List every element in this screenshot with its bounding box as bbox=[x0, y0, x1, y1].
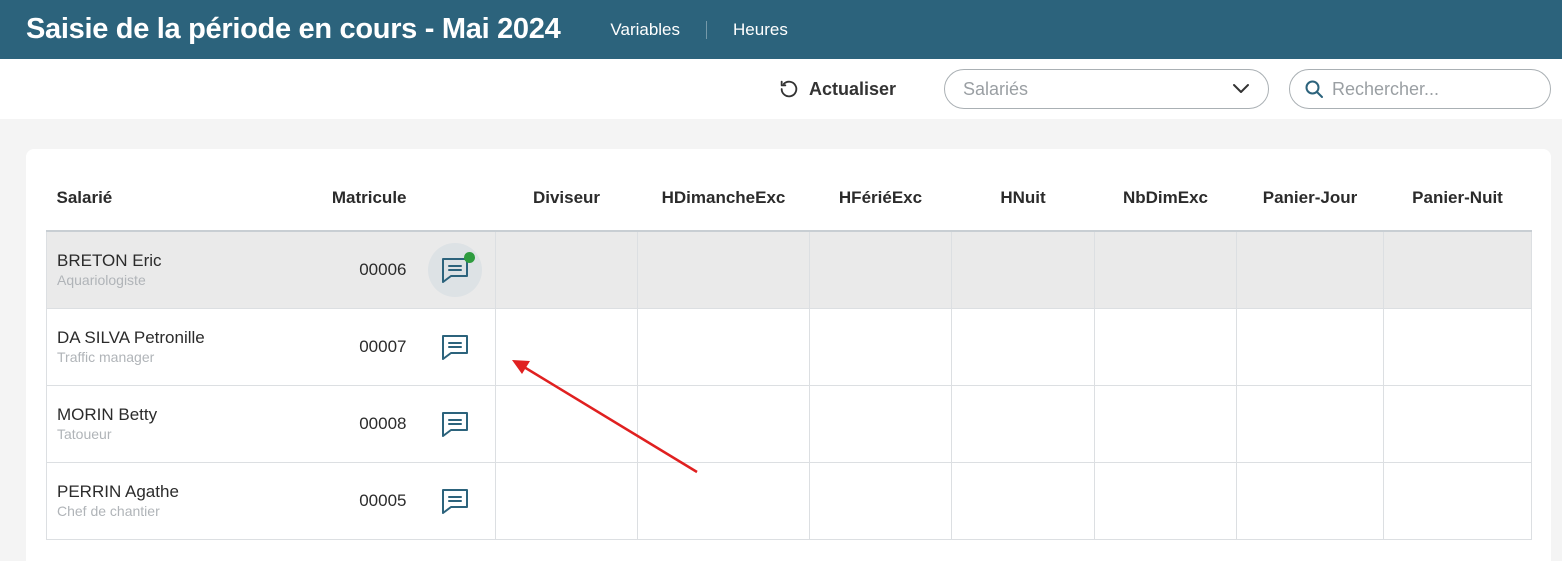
employee-role: Tatoueur bbox=[57, 425, 112, 442]
employees-card: Salarié Matricule Diviseur HDimancheExc … bbox=[26, 149, 1551, 561]
comment-icon bbox=[441, 334, 468, 360]
cell-nbdimexc[interactable] bbox=[1094, 461, 1237, 540]
table-header-row: Salarié Matricule Diviseur HDimancheExc … bbox=[46, 165, 1532, 232]
column-header-nbdimexc[interactable]: NbDimExc bbox=[1094, 165, 1237, 232]
cell-panier-jour[interactable] bbox=[1236, 307, 1384, 386]
comment-indicator-dot bbox=[463, 251, 475, 263]
top-nav: Variables Heures bbox=[596, 20, 813, 40]
comment-button[interactable] bbox=[428, 474, 482, 528]
cell-matricule: 00005 bbox=[292, 461, 415, 540]
cell-comment bbox=[414, 307, 496, 386]
chevron-down-icon bbox=[1233, 84, 1249, 93]
cell-panier-nuit[interactable] bbox=[1383, 384, 1532, 463]
cell-comment bbox=[414, 461, 496, 540]
column-header-diviseur[interactable]: Diviseur bbox=[495, 165, 638, 232]
cell-panier-nuit[interactable] bbox=[1383, 307, 1532, 386]
cell-salarie: DA SILVA Petronille Traffic manager bbox=[46, 307, 293, 386]
cell-hdimancheexc[interactable] bbox=[637, 307, 810, 386]
column-header-panier-jour[interactable]: Panier-Jour bbox=[1236, 165, 1384, 232]
cell-panier-jour[interactable] bbox=[1236, 230, 1384, 309]
comment-button[interactable] bbox=[428, 320, 482, 374]
cell-matricule: 00007 bbox=[292, 307, 415, 386]
cell-hdimancheexc[interactable] bbox=[637, 461, 810, 540]
employee-name: BRETON Eric bbox=[57, 250, 162, 270]
cell-diviseur[interactable] bbox=[495, 307, 638, 386]
nav-variables[interactable]: Variables bbox=[596, 20, 706, 40]
cell-diviseur[interactable] bbox=[495, 384, 638, 463]
comment-button[interactable] bbox=[427, 242, 482, 297]
comment-icon bbox=[441, 488, 468, 514]
cell-matricule: 00006 bbox=[292, 230, 415, 309]
column-header-hnuit[interactable]: HNuit bbox=[951, 165, 1095, 232]
cell-hferieexc[interactable] bbox=[809, 384, 952, 463]
cell-nbdimexc[interactable] bbox=[1094, 230, 1237, 309]
table-row[interactable]: DA SILVA Petronille Traffic manager 00007 bbox=[46, 307, 1532, 386]
cell-matricule: 00008 bbox=[292, 384, 415, 463]
toolbar: Actualiser Salariés bbox=[0, 59, 1562, 119]
search-box[interactable] bbox=[1289, 69, 1551, 109]
column-header-matricule[interactable]: Matricule bbox=[292, 165, 415, 232]
cell-hnuit[interactable] bbox=[951, 230, 1095, 309]
cell-hdimancheexc[interactable] bbox=[637, 230, 810, 309]
cell-hferieexc[interactable] bbox=[809, 461, 952, 540]
table-row[interactable]: MORIN Betty Tatoueur 00008 bbox=[46, 384, 1532, 463]
table-body: BRETON Eric Aquariologiste 00006 DA SILVA P… bbox=[46, 230, 1532, 540]
top-bar: Saisie de la période en cours - Mai 2024… bbox=[0, 0, 1562, 59]
comment-icon bbox=[441, 411, 468, 437]
cell-hnuit[interactable] bbox=[951, 307, 1095, 386]
cell-salarie: MORIN Betty Tatoueur bbox=[46, 384, 293, 463]
comment-button[interactable] bbox=[428, 397, 482, 451]
cell-panier-jour[interactable] bbox=[1236, 461, 1384, 540]
cell-hferieexc[interactable] bbox=[809, 307, 952, 386]
variables-table: Salarié Matricule Diviseur HDimancheExc … bbox=[46, 165, 1532, 540]
refresh-button[interactable]: Actualiser bbox=[778, 78, 896, 100]
employees-select-placeholder: Salariés bbox=[963, 78, 1029, 99]
cell-panier-nuit[interactable] bbox=[1383, 230, 1532, 309]
cell-comment bbox=[414, 384, 496, 463]
table-row[interactable]: BRETON Eric Aquariologiste 00006 bbox=[46, 230, 1532, 309]
employee-role: Traffic manager bbox=[57, 348, 155, 365]
employee-role: Aquariologiste bbox=[57, 271, 146, 288]
employee-role: Chef de chantier bbox=[57, 502, 160, 519]
column-header-hdimancheexc[interactable]: HDimancheExc bbox=[637, 165, 810, 232]
column-header-salarie[interactable]: Salarié bbox=[46, 165, 293, 232]
cell-salarie: PERRIN Agathe Chef de chantier bbox=[46, 461, 293, 540]
cell-diviseur[interactable] bbox=[495, 461, 638, 540]
column-header-panier-nuit[interactable]: Panier-Nuit bbox=[1383, 165, 1532, 232]
table-row[interactable]: PERRIN Agathe Chef de chantier 00005 bbox=[46, 461, 1532, 540]
column-header-comment bbox=[414, 165, 496, 232]
employees-select[interactable]: Salariés bbox=[944, 69, 1269, 109]
cell-hnuit[interactable] bbox=[951, 384, 1095, 463]
search-icon bbox=[1305, 80, 1323, 98]
employee-name: MORIN Betty bbox=[57, 404, 158, 424]
column-header-hferieexc[interactable]: HFériéExc bbox=[809, 165, 952, 232]
cell-panier-nuit[interactable] bbox=[1383, 461, 1532, 540]
cell-hferieexc[interactable] bbox=[809, 230, 952, 309]
nav-heures[interactable]: Heures bbox=[707, 20, 814, 40]
cell-hdimancheexc[interactable] bbox=[637, 384, 810, 463]
employee-name: PERRIN Agathe bbox=[57, 481, 179, 501]
cell-comment bbox=[414, 230, 496, 309]
cell-nbdimexc[interactable] bbox=[1094, 307, 1237, 386]
refresh-icon bbox=[780, 80, 798, 98]
cell-salarie: BRETON Eric Aquariologiste bbox=[46, 230, 293, 309]
cell-nbdimexc[interactable] bbox=[1094, 384, 1237, 463]
refresh-label: Actualiser bbox=[809, 78, 897, 99]
cell-panier-jour[interactable] bbox=[1236, 384, 1384, 463]
employee-name: DA SILVA Petronille bbox=[57, 327, 205, 347]
page-title: Saisie de la période en cours - Mai 2024 bbox=[26, 13, 561, 45]
search-input[interactable] bbox=[1332, 78, 1532, 100]
cell-hnuit[interactable] bbox=[951, 461, 1095, 540]
cell-diviseur[interactable] bbox=[495, 230, 638, 309]
